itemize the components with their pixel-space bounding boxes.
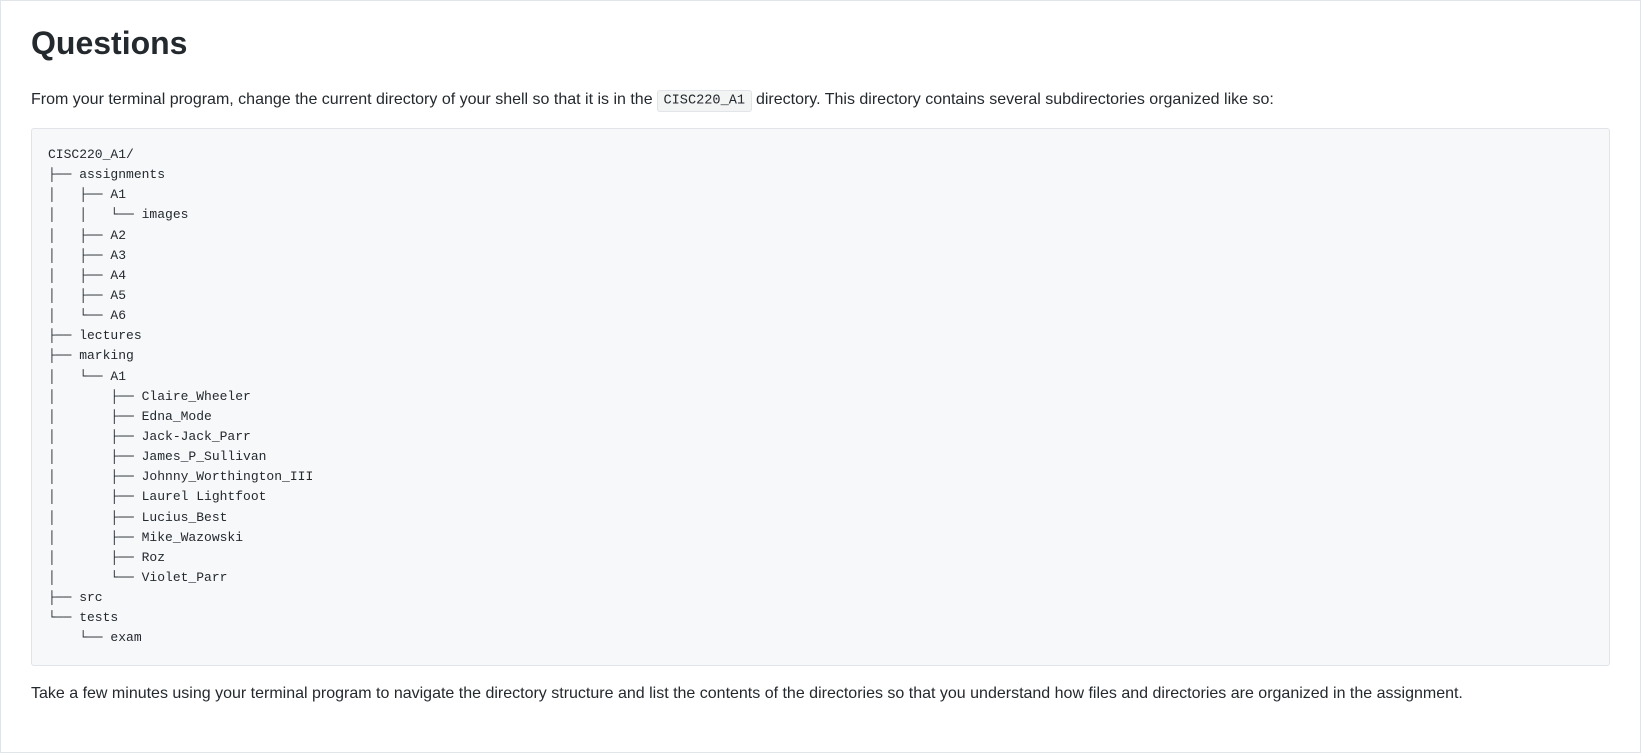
intro-prefix-text: From your terminal program, change the c… (31, 91, 657, 108)
outro-paragraph: Take a few minutes using your terminal p… (31, 682, 1610, 706)
intro-suffix-text: directory. This directory contains sever… (756, 91, 1274, 108)
page-title: Questions (31, 25, 1610, 72)
document-container: Questions From your terminal program, ch… (0, 0, 1641, 753)
directory-tree-block: CISC220_A1/ ├── assignments │ ├── A1 │ │… (31, 128, 1610, 666)
inline-code-dirname: CISC220_A1 (657, 90, 751, 112)
intro-paragraph: From your terminal program, change the c… (31, 88, 1610, 112)
